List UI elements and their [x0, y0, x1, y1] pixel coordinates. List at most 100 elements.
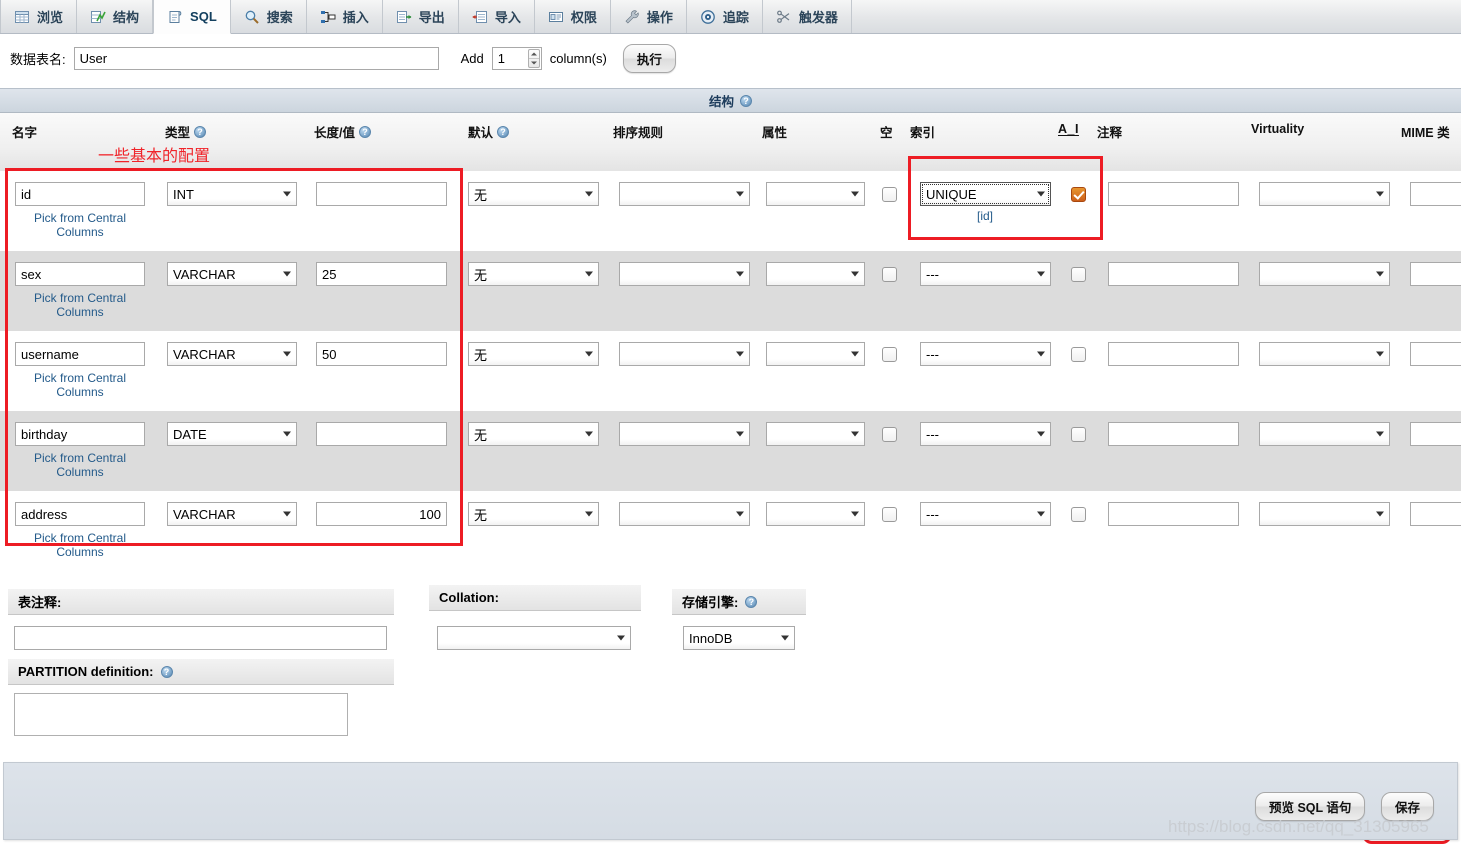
collation-select[interactable] [437, 626, 631, 650]
stepper-up-icon[interactable] [528, 50, 539, 59]
column-attributes-select[interactable] [766, 182, 865, 206]
column-default-select[interactable]: 无 [468, 182, 599, 206]
tab-追踪[interactable]: 追踪 [687, 0, 763, 33]
header-null: 空 [880, 126, 893, 140]
search-icon [244, 9, 260, 25]
column-comment-input[interactable] [1108, 342, 1239, 366]
header-type: 类型 [165, 122, 207, 141]
pick-from-central-columns-link[interactable]: Pick from Central Columns [15, 531, 145, 559]
columns-label: column(s) [549, 51, 607, 66]
tab-导出[interactable]: 导出 [383, 0, 459, 33]
table-name-input[interactable] [73, 47, 439, 70]
partition-definition-textarea[interactable] [14, 693, 348, 736]
column-auto-increment-checkbox[interactable] [1071, 427, 1086, 442]
column-name-input[interactable] [15, 422, 145, 446]
column-comment-input[interactable] [1108, 422, 1239, 446]
column-type-select[interactable]: VARCHAR [167, 342, 297, 366]
column-default-select[interactable]: 无 [468, 262, 599, 286]
column-length-input[interactable] [316, 422, 447, 446]
column-virtuality-select[interactable] [1259, 342, 1390, 366]
column-virtuality-select[interactable] [1259, 262, 1390, 286]
help-icon[interactable] [497, 125, 510, 138]
column-name-input[interactable] [15, 182, 145, 206]
column-auto-increment-checkbox[interactable] [1071, 347, 1086, 362]
help-icon[interactable] [358, 125, 371, 138]
column-null-checkbox[interactable] [882, 507, 897, 522]
tab-触发器[interactable]: 触发器 [763, 0, 852, 33]
column-default-select[interactable]: 无 [468, 502, 599, 526]
tab-浏览[interactable]: 浏览 [0, 0, 78, 33]
column-name-input[interactable] [15, 502, 145, 526]
column-collation-select[interactable] [619, 342, 750, 366]
pick-from-central-columns-link[interactable]: Pick from Central Columns [15, 451, 145, 479]
column-collation-select[interactable] [619, 182, 750, 206]
go-button[interactable]: 执行 [622, 44, 676, 73]
column-type-select[interactable]: VARCHAR [167, 502, 297, 526]
column-comment-input[interactable] [1108, 182, 1239, 206]
column-null-checkbox[interactable] [882, 347, 897, 362]
table-comments-input[interactable] [14, 626, 387, 650]
stepper-arrows[interactable] [527, 49, 540, 68]
column-attributes-select[interactable] [766, 342, 865, 366]
column-null-checkbox[interactable] [882, 427, 897, 442]
tab-label: 权限 [570, 10, 597, 25]
tab-权限[interactable]: 权限 [535, 0, 611, 33]
column-attributes-select[interactable] [766, 262, 865, 286]
help-icon[interactable] [745, 595, 758, 608]
column-index-value: --- [926, 426, 939, 442]
column-definition-row: Pick from Central Columns VARCHAR 无 --- [0, 251, 1461, 331]
column-index-select[interactable]: --- [920, 502, 1051, 526]
help-icon[interactable] [194, 125, 207, 138]
column-comment-input[interactable] [1108, 262, 1239, 286]
tab-导入[interactable]: 导入 [459, 0, 535, 33]
column-attributes-select[interactable] [766, 422, 865, 446]
tab-搜索[interactable]: 搜索 [231, 0, 307, 33]
collation-label: Collation: [439, 590, 499, 605]
column-name-input[interactable] [15, 262, 145, 286]
column-length-input[interactable] [316, 262, 447, 286]
column-mime-input[interactable] [1410, 342, 1461, 366]
help-icon[interactable] [160, 665, 173, 678]
column-length-input[interactable] [316, 182, 447, 206]
stepper-down-icon[interactable] [529, 59, 539, 67]
column-mime-input[interactable] [1410, 262, 1461, 286]
tab-SQL[interactable]: SQL [153, 0, 231, 34]
column-auto-increment-checkbox[interactable] [1071, 507, 1086, 522]
column-index-select[interactable]: --- [920, 262, 1051, 286]
add-columns-stepper[interactable] [491, 47, 542, 70]
column-type-select[interactable]: INT [167, 182, 297, 206]
column-index-select[interactable]: UNIQUE [920, 182, 1051, 206]
column-comment-input[interactable] [1108, 502, 1239, 526]
help-icon[interactable] [740, 94, 752, 107]
column-length-input[interactable] [316, 342, 447, 366]
column-null-checkbox[interactable] [882, 267, 897, 282]
column-default-select[interactable]: 无 [468, 422, 599, 446]
pick-from-central-columns-link[interactable]: Pick from Central Columns [15, 211, 145, 239]
column-null-checkbox[interactable] [882, 187, 897, 202]
column-mime-input[interactable] [1410, 502, 1461, 526]
column-index-select[interactable]: --- [920, 422, 1051, 446]
tab-插入[interactable]: 插入 [307, 0, 383, 33]
column-collation-select[interactable] [619, 502, 750, 526]
pick-from-central-columns-link[interactable]: Pick from Central Columns [15, 371, 145, 399]
tab-操作[interactable]: 操作 [611, 0, 687, 33]
column-mime-input[interactable] [1410, 182, 1461, 206]
column-collation-select[interactable] [619, 422, 750, 446]
column-length-input[interactable] [316, 502, 447, 526]
column-name-input[interactable] [15, 342, 145, 366]
column-collation-select[interactable] [619, 262, 750, 286]
column-virtuality-select[interactable] [1259, 422, 1390, 446]
column-auto-increment-checkbox[interactable] [1071, 187, 1086, 202]
tab-结构[interactable]: 结构 [77, 0, 154, 33]
column-virtuality-select[interactable] [1259, 502, 1390, 526]
column-default-select[interactable]: 无 [468, 342, 599, 366]
column-index-select[interactable]: --- [920, 342, 1051, 366]
column-virtuality-select[interactable] [1259, 182, 1390, 206]
column-auto-increment-checkbox[interactable] [1071, 267, 1086, 282]
column-mime-input[interactable] [1410, 422, 1461, 446]
column-type-select[interactable]: VARCHAR [167, 262, 297, 286]
column-attributes-select[interactable] [766, 502, 865, 526]
pick-from-central-columns-link[interactable]: Pick from Central Columns [15, 291, 145, 319]
storage-engine-select[interactable]: InnoDB [683, 626, 795, 650]
column-type-select[interactable]: DATE [167, 422, 297, 446]
